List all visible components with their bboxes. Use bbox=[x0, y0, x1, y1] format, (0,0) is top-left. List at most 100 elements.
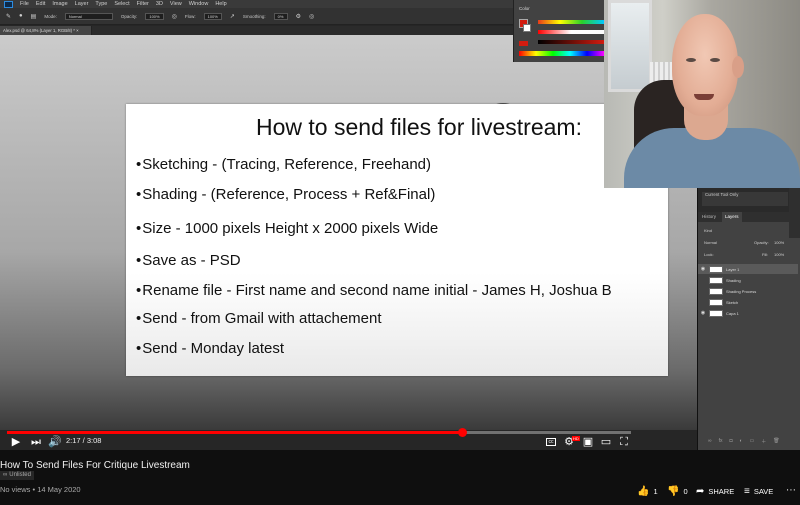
ps-menu-view[interactable]: View bbox=[170, 0, 182, 8]
ps-document-tab[interactable]: Alex.psd @ 64,8% (Layer 1, RGB/8) * × bbox=[0, 26, 92, 35]
dislike-button[interactable]: 👎 0 bbox=[667, 484, 688, 498]
settings-gear-icon[interactable]: ⚙ HD bbox=[562, 434, 580, 450]
slide-bullet: Shading - (Reference, Process + Ref&Fina… bbox=[136, 186, 435, 204]
airbrush-icon[interactable]: ↗ bbox=[230, 13, 235, 20]
trash-icon[interactable]: 🗑 bbox=[773, 438, 779, 445]
color-spectrum-ramp[interactable] bbox=[519, 51, 604, 56]
color-panel-tab[interactable]: Color bbox=[514, 0, 604, 11]
layer-row[interactable]: Shading Process bbox=[698, 286, 798, 296]
tab-history[interactable]: History bbox=[702, 212, 716, 222]
new-group-icon[interactable]: ▭ bbox=[750, 438, 755, 445]
visibility-eye-icon[interactable]: ◉ bbox=[700, 266, 706, 272]
page-root: File Edit Image Layer Type Select Filter… bbox=[0, 0, 800, 505]
ps-menu-image[interactable]: Image bbox=[52, 0, 67, 8]
ps-menu-select[interactable]: Select bbox=[114, 0, 129, 8]
ps-menu-file[interactable]: File bbox=[20, 0, 29, 8]
subtitles-icon[interactable]: cc bbox=[546, 438, 556, 446]
ps-menu-type[interactable]: Type bbox=[95, 0, 107, 8]
layer-name: Shading Process bbox=[726, 288, 757, 294]
theater-mode-icon[interactable]: ▭ bbox=[600, 434, 612, 450]
pressure-opacity-icon[interactable]: ◎ bbox=[172, 13, 177, 20]
slide: How to send files for livestream: Sketch… bbox=[126, 104, 668, 376]
brush-preset-icon[interactable]: ● bbox=[19, 13, 23, 19]
webcam-person-mouth bbox=[694, 94, 714, 100]
more-actions-icon[interactable]: ⋯ bbox=[786, 484, 796, 498]
video-player[interactable]: File Edit Image Layer Type Select Filter… bbox=[0, 0, 800, 450]
ps-menu-filter[interactable]: Filter bbox=[137, 0, 149, 8]
mode-select[interactable]: Normal bbox=[64, 12, 113, 20]
current-tool-only-checkbox[interactable]: Current Tool Only bbox=[702, 192, 788, 198]
layer-name: Shading bbox=[726, 277, 741, 283]
smoothing-label: Smoothing: bbox=[242, 13, 266, 19]
ps-menu-window[interactable]: Window bbox=[189, 0, 209, 8]
ps-menu-edit[interactable]: Edit bbox=[36, 0, 45, 8]
thumbs-down-icon: 👎 bbox=[667, 485, 680, 497]
layer-row[interactable]: ◉ Layer 1 bbox=[698, 264, 798, 274]
webcam-window bbox=[608, 0, 652, 92]
unlisted-label: Unlisted bbox=[9, 472, 31, 478]
ps-layers-panel: Current Tool Only History Layers Kind No… bbox=[697, 188, 800, 450]
layer-row[interactable]: ◉ Capa 1 bbox=[698, 308, 798, 318]
layer-name: Layer 1 bbox=[726, 266, 740, 272]
like-button[interactable]: 👍 1 bbox=[637, 484, 658, 498]
layer-mask-icon[interactable]: ◘ bbox=[729, 438, 732, 445]
ps-side-toolbar bbox=[789, 188, 800, 238]
next-icon[interactable]: ⏭ bbox=[30, 434, 42, 450]
save-button[interactable]: ≡ SAVE bbox=[744, 484, 773, 498]
layer-opacity-label: Opacity: bbox=[754, 240, 769, 245]
layer-style-icon[interactable]: fx bbox=[719, 438, 723, 445]
visibility-eye-icon[interactable]: ◉ bbox=[700, 310, 706, 316]
layer-opacity-field[interactable]: 100% bbox=[774, 240, 784, 245]
slide-bullet: Size - 1000 pixels Height x 2000 pixels … bbox=[136, 220, 438, 238]
webcam-person-eye bbox=[686, 58, 696, 62]
ps-menu-3d[interactable]: 3D bbox=[156, 0, 163, 8]
layer-thumbnail bbox=[709, 298, 723, 306]
layer-thumbnail bbox=[709, 309, 723, 317]
time-display: 2:17 / 3:08 bbox=[66, 436, 102, 445]
smoothing-field[interactable]: 0% bbox=[273, 12, 288, 20]
playlist-add-icon: ≡ bbox=[744, 485, 750, 497]
fill-field[interactable]: 100% bbox=[774, 252, 784, 257]
blend-mode-select[interactable]: Normal bbox=[704, 240, 717, 245]
layer-thumbnail bbox=[709, 265, 723, 273]
color-slider-saturation[interactable] bbox=[538, 30, 604, 34]
gear-icon[interactable]: ⚙ bbox=[296, 13, 301, 20]
slide-title: How to send files for livestream: bbox=[256, 114, 582, 140]
adjustment-layer-icon[interactable]: ◐ bbox=[740, 438, 743, 445]
volume-icon[interactable]: 🔊 bbox=[48, 434, 62, 450]
layer-thumbnail bbox=[709, 276, 723, 284]
fullscreen-icon[interactable]: ⛶ bbox=[618, 434, 630, 450]
brush-tool-icon[interactable]: ✎ bbox=[6, 13, 11, 20]
layer-row[interactable]: Shading bbox=[698, 275, 798, 285]
brush-panel-icon[interactable]: ▤ bbox=[31, 13, 37, 20]
lock-label: Lock: bbox=[704, 252, 714, 257]
ps-menu-help[interactable]: Help bbox=[215, 0, 226, 8]
mode-label: Mode: bbox=[44, 13, 57, 19]
layers-bottom-toolbar: ∞ fx ◘ ◐ ▭ ＋ 🗑 bbox=[708, 438, 780, 445]
new-layer-icon[interactable]: ＋ bbox=[761, 438, 766, 445]
webcam-person-ear bbox=[732, 56, 744, 78]
thumbs-up-icon: 👍 bbox=[637, 485, 650, 497]
slide-bullet: Save as - PSD bbox=[136, 252, 240, 270]
background-color-swatch[interactable] bbox=[523, 24, 531, 32]
layer-name: Capa 1 bbox=[726, 310, 739, 316]
layer-name: Sketch bbox=[726, 299, 739, 305]
ps-menu-layer[interactable]: Layer bbox=[75, 0, 89, 8]
slide-bullet: Rename file - First name and second name… bbox=[136, 282, 611, 300]
tab-layers[interactable]: Layers bbox=[722, 212, 742, 222]
layer-kind-filter[interactable]: Kind bbox=[704, 228, 712, 233]
gamut-warning-icon bbox=[519, 41, 528, 46]
flow-field[interactable]: 100% bbox=[203, 12, 222, 20]
play-icon[interactable]: ▶ bbox=[10, 434, 22, 450]
layer-row[interactable]: Sketch bbox=[698, 297, 798, 307]
unlisted-link-icon: ∞ bbox=[3, 472, 8, 478]
color-slider-brightness[interactable] bbox=[538, 40, 604, 44]
slide-bullet: Send - Monday latest bbox=[136, 340, 284, 358]
share-button[interactable]: ➦ SHARE bbox=[696, 484, 734, 498]
miniplayer-icon[interactable]: ▣ bbox=[582, 434, 594, 450]
color-slider-hue[interactable] bbox=[538, 20, 604, 24]
pressure-size-icon[interactable]: ◎ bbox=[309, 13, 314, 20]
share-label: SHARE bbox=[708, 486, 735, 496]
opacity-field[interactable]: 100% bbox=[145, 12, 164, 20]
link-layers-icon[interactable]: ∞ bbox=[708, 438, 712, 445]
